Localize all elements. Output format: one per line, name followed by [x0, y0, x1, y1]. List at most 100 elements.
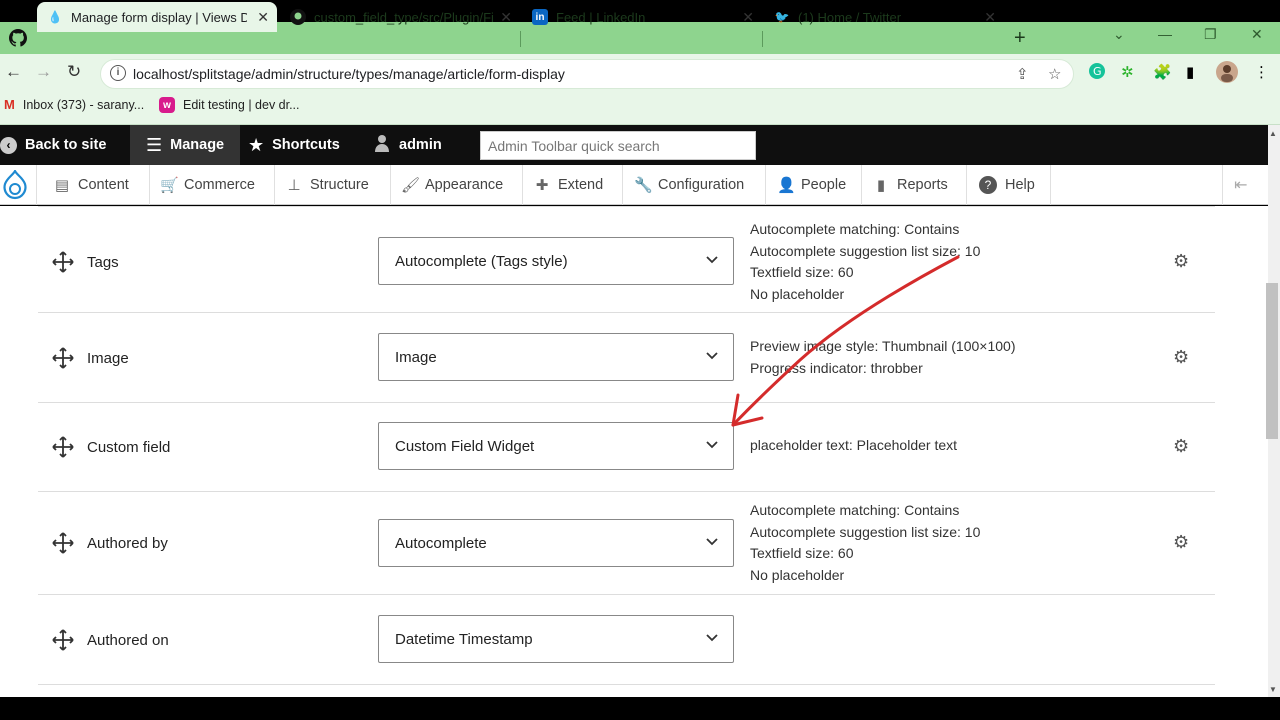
github-favicon-icon	[290, 9, 306, 25]
github-icon	[9, 29, 27, 50]
tab-github[interactable]: custom_field_type/src/Plugin/Fie ✕	[280, 2, 520, 32]
close-tab-icon[interactable]: ✕	[257, 9, 269, 26]
gear-icon[interactable]: ⚙	[1173, 251, 1189, 272]
new-tab-button[interactable]: +	[1014, 27, 1026, 50]
table-row-authored-by: Authored by Autocomplete Autocomplete ma…	[38, 492, 1215, 595]
side-panel-icon[interactable]: ▮	[1186, 63, 1194, 81]
menu-divider	[274, 165, 275, 205]
drupal-favicon-icon: 💧	[47, 10, 63, 24]
help-icon: ?	[979, 176, 997, 194]
bookmark-edit-testing[interactable]: w Edit testing | dev dr...	[159, 97, 300, 113]
browser-menu-icon[interactable]: ⋮	[1254, 63, 1269, 81]
close-tab-icon[interactable]: ✕	[742, 9, 754, 26]
chevron-down-icon	[706, 634, 718, 642]
scrollbar-thumb[interactable]	[1266, 283, 1278, 439]
scroll-down-arrow-icon[interactable]: ▼	[1269, 685, 1277, 694]
widget-summary: placeholder text: Placeholder text	[750, 437, 958, 453]
chevron-down-icon	[706, 538, 718, 546]
drag-handle-icon[interactable]	[52, 436, 74, 458]
extension-gear-icon[interactable]: ✲	[1121, 63, 1134, 81]
drag-handle-icon[interactable]	[52, 251, 74, 273]
reload-icon[interactable]: ↻	[67, 62, 81, 82]
tab-twitter[interactable]: 🐦 (1) Home / Twitter ✕	[764, 2, 1004, 32]
widget-summary: Autocomplete matching: Contains Autocomp…	[750, 502, 981, 583]
menu-divider	[149, 165, 150, 205]
back-circle-icon: ‹	[0, 136, 17, 154]
drag-handle-icon[interactable]	[52, 347, 74, 369]
people-icon: 👤	[777, 177, 796, 194]
menu-divider	[861, 165, 862, 205]
gmail-icon: M	[4, 97, 15, 112]
menu-divider	[1222, 165, 1223, 205]
window-close-icon[interactable]: ✕	[1251, 26, 1263, 43]
grammarly-icon[interactable]: G	[1089, 63, 1105, 83]
gear-icon[interactable]: ⚙	[1173, 436, 1189, 457]
profile-avatar[interactable]	[1216, 61, 1238, 87]
table-row-authored-on: Authored on Datetime Timestamp	[38, 595, 1215, 685]
menu-help[interactable]: ? Help	[979, 165, 1035, 205]
menu-configuration[interactable]: 🔧 Configuration	[634, 165, 744, 205]
minimize-icon[interactable]: —	[1158, 26, 1172, 42]
widget-select[interactable]: Image	[378, 333, 734, 381]
bookmark-star-icon[interactable]: ☆	[1048, 65, 1061, 83]
extensions-puzzle-icon[interactable]: 🧩	[1153, 63, 1172, 81]
manage-tab[interactable]: ☰ Manage	[130, 125, 241, 165]
field-label: Authored by	[87, 535, 168, 552]
form-display-table: Tags Autocomplete (Tags style) Autocompl…	[0, 206, 1268, 697]
scroll-up-arrow-icon[interactable]: ▲	[1269, 129, 1277, 138]
menu-divider	[36, 165, 37, 205]
cart-icon: 🛒	[160, 177, 179, 194]
drupal-logo-icon[interactable]	[2, 165, 28, 205]
shortcuts-tab[interactable]: ★ Shortcuts	[248, 125, 340, 165]
menu-commerce[interactable]: 🛒 Commerce	[160, 165, 255, 205]
tab-divider	[520, 31, 521, 47]
menu-divider	[1050, 165, 1051, 205]
share-icon[interactable]: ⇪	[1016, 65, 1029, 83]
widget-select[interactable]: Autocomplete (Tags style)	[378, 237, 734, 285]
tab-search-icon[interactable]: ⌄	[1113, 26, 1125, 43]
content-icon: ▤	[54, 177, 70, 194]
user-tab[interactable]: admin	[373, 125, 442, 165]
gear-icon[interactable]: ⚙	[1173, 347, 1189, 368]
site-info-icon[interactable]: i	[110, 65, 126, 81]
drag-handle-icon[interactable]	[52, 532, 74, 554]
menu-divider	[622, 165, 623, 205]
admin-toolbar-search-input[interactable]: Admin Toolbar quick search	[480, 131, 756, 160]
address-bar[interactable]: i localhost/splitstage/admin/structure/t…	[100, 59, 1074, 89]
close-tab-icon[interactable]: ✕	[984, 9, 996, 26]
menu-extend[interactable]: ✚ Extend	[534, 165, 603, 205]
tab-manage-form-display[interactable]: 💧 Manage form display | Views Der ✕	[37, 2, 277, 32]
bookmark-site-icon: w	[159, 97, 175, 113]
collapse-toolbar-icon[interactable]: ⇤	[1234, 165, 1247, 205]
user-icon	[373, 134, 391, 156]
back-to-site-link[interactable]: ‹ Back to site	[0, 125, 106, 165]
drag-handle-icon[interactable]	[52, 629, 74, 651]
gear-icon[interactable]: ⚙	[1173, 532, 1189, 553]
field-label: Tags	[87, 254, 119, 271]
wrench-icon: 🔧	[634, 177, 653, 194]
widget-select[interactable]: Datetime Timestamp	[378, 615, 734, 663]
table-row-tags: Tags Autocomplete (Tags style) Autocompl…	[38, 206, 1215, 313]
menu-people[interactable]: 👤 People	[777, 165, 846, 205]
tab-linkedin[interactable]: in Feed | LinkedIn ✕	[522, 2, 762, 32]
restore-icon[interactable]: ❐	[1204, 26, 1217, 43]
tab-divider	[762, 31, 763, 47]
bookmark-gmail[interactable]: M Inbox (373) - sarany...	[4, 97, 144, 112]
close-tab-icon[interactable]: ✕	[500, 9, 512, 26]
url-text: localhost/splitstage/admin/structure/typ…	[133, 66, 565, 82]
widget-select[interactable]: Autocomplete	[378, 519, 734, 567]
table-row-image: Image Image Preview image style: Thumbna…	[38, 313, 1215, 403]
widget-select[interactable]: Custom Field Widget	[378, 422, 734, 470]
menu-appearance[interactable]: 🖌 Appearance	[401, 165, 503, 205]
back-arrow-icon[interactable]: ←	[5, 62, 22, 82]
menu-structure[interactable]: ⊥ Structure	[286, 165, 368, 205]
hamburger-icon: ☰	[146, 134, 163, 155]
forward-arrow-icon[interactable]: →	[35, 62, 52, 82]
widget-summary: Autocomplete matching: Contains Autocomp…	[750, 221, 981, 302]
menu-reports[interactable]: ▮ Reports	[873, 165, 948, 205]
chevron-down-icon	[706, 256, 718, 264]
field-label: Authored on	[87, 632, 169, 649]
menu-content[interactable]: ▤ Content	[54, 165, 129, 205]
structure-icon: ⊥	[287, 177, 301, 194]
star-icon: ★	[248, 134, 265, 155]
